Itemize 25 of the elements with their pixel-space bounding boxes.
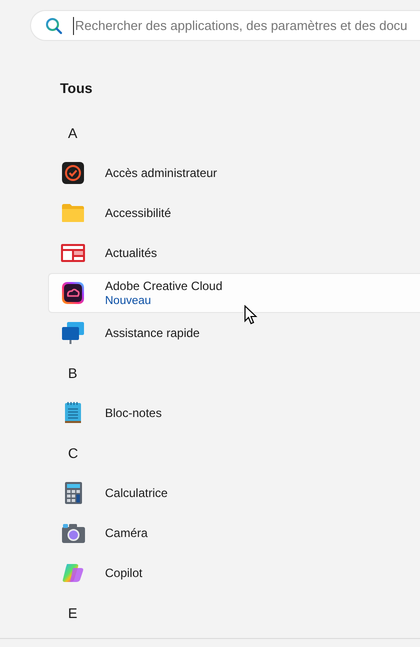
letter-header[interactable]: A — [68, 122, 78, 144]
newspaper-icon — [61, 241, 85, 265]
app-list-item[interactable]: Accessibilité — [48, 193, 420, 233]
app-list-item[interactable]: Copilot — [48, 553, 420, 593]
mouse-cursor-icon — [244, 305, 258, 325]
new-label: Nouveau — [105, 294, 152, 308]
section-title: Tous — [60, 79, 92, 98]
app-list-item[interactable]: Assistance rapide — [48, 313, 420, 353]
monitors-icon — [61, 321, 85, 345]
app-list-item[interactable]: Adobe Creative Cloud Nouveau — [48, 273, 420, 313]
camera-icon — [61, 521, 85, 545]
app-list-item[interactable]: Bloc-notes — [48, 393, 420, 433]
search-icon — [45, 16, 63, 34]
search-field[interactable]: Rechercher des applications, des paramètres et des docu — [30, 10, 420, 41]
square-check-icon — [61, 161, 85, 185]
gradient-square-icon — [61, 281, 85, 305]
app-list-item[interactable]: Accès administrateur — [48, 153, 420, 193]
letter-header[interactable]: B — [68, 362, 78, 384]
letter-header[interactable]: C — [68, 442, 78, 464]
swirl-icon — [61, 561, 85, 585]
letter-header[interactable]: E — [68, 602, 78, 624]
app-list-item[interactable]: Caméra — [48, 513, 420, 553]
folder-icon — [61, 201, 85, 225]
app-list-item[interactable]: Calculatrice — [48, 473, 420, 513]
app-list-item[interactable]: Actualités — [48, 233, 420, 273]
